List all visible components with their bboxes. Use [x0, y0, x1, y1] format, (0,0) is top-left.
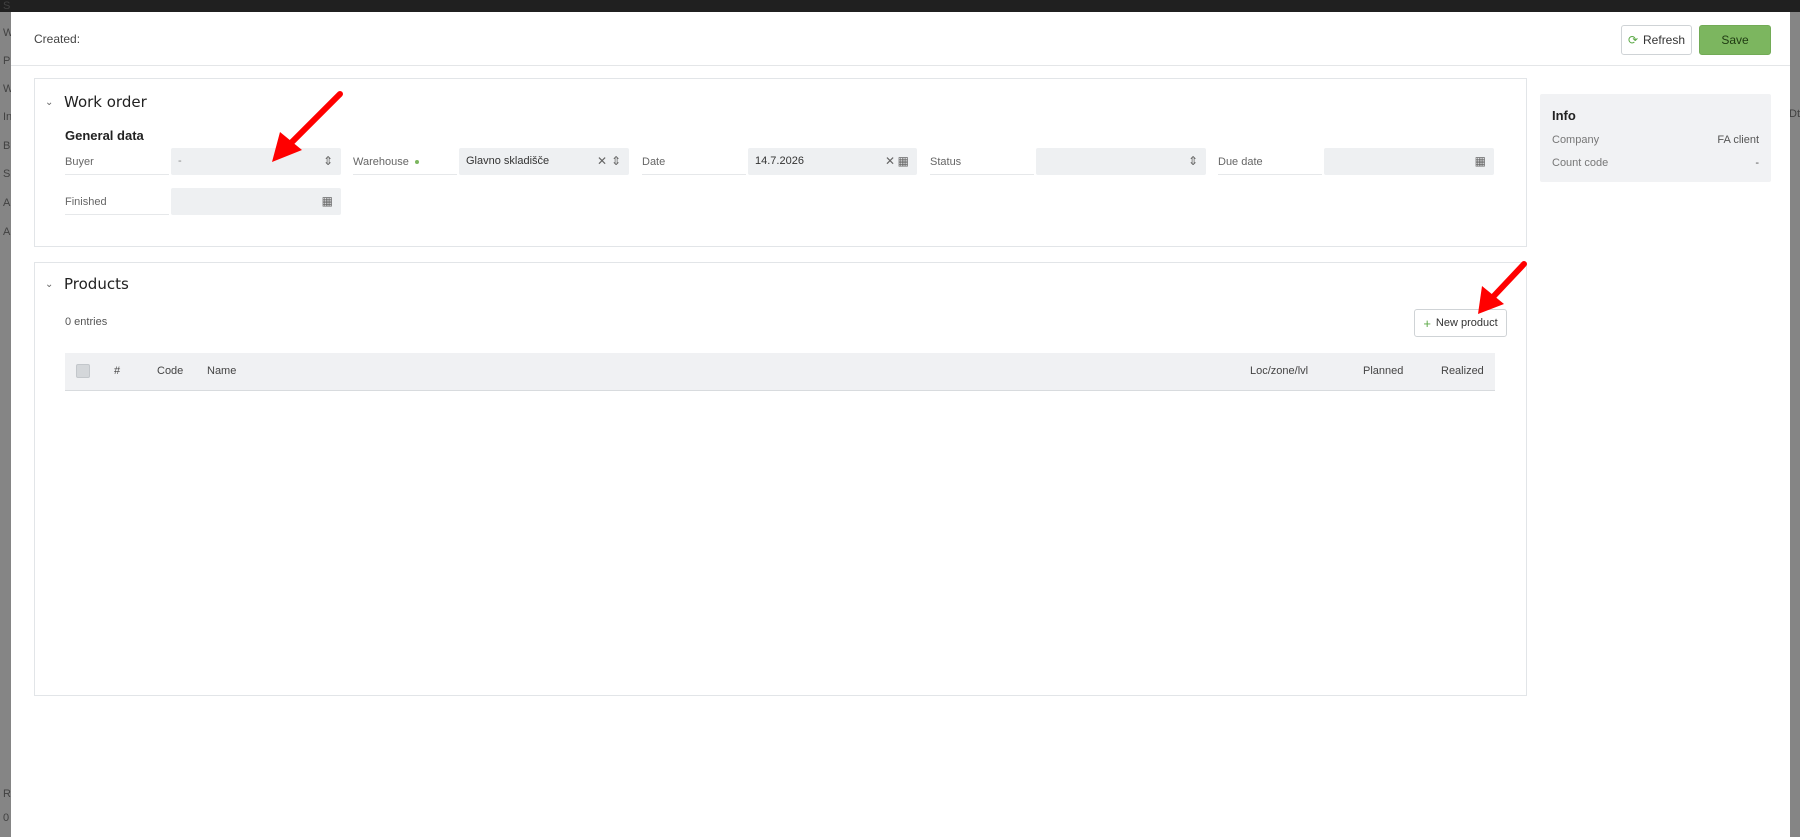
- info-panel: Info Company FA client Count code -: [1540, 94, 1771, 182]
- refresh-button-label: Refresh: [1643, 33, 1686, 47]
- buyer-value: -: [178, 155, 182, 167]
- date-label-text: Date: [642, 156, 666, 168]
- warehouse-label-text: Warehouse: [353, 156, 409, 168]
- modal-header: Created: ⟳ Refresh Save: [11, 12, 1790, 66]
- count-code-value: -: [1755, 157, 1759, 169]
- entries-count: 0 entries: [65, 316, 108, 328]
- warehouse-select[interactable]: Glavno skladišče ✕ ⇕: [459, 148, 629, 175]
- required-dot-icon: [414, 160, 419, 165]
- due-date-label: Due date: [1218, 151, 1322, 175]
- column-header-code[interactable]: Code: [157, 365, 183, 377]
- plus-icon: +: [1423, 315, 1431, 331]
- due-date-label-text: Due date: [1218, 156, 1263, 168]
- company-value: FA client: [1717, 134, 1759, 146]
- buyer-label: Buyer: [65, 151, 169, 175]
- status-label: Status: [930, 151, 1034, 175]
- general-data-heading: General data: [65, 128, 144, 143]
- updown-chevron-icon: ⇕: [610, 154, 621, 168]
- created-label: Created:: [34, 32, 81, 46]
- warehouse-label: Warehouse: [353, 151, 457, 175]
- collapse-products-chevron-icon[interactable]: ⌄: [45, 279, 53, 290]
- work-order-panel: ⌄ Work order General data Buyer - ⇕ Ware…: [34, 78, 1527, 247]
- finished-input[interactable]: ▦: [171, 188, 341, 215]
- work-order-modal: Created: ⟳ Refresh Save ⌄ Work order Gen…: [11, 12, 1790, 837]
- date-input[interactable]: 14.7.2026 ✕ ▦: [748, 148, 917, 175]
- new-product-button-label: New product: [1435, 317, 1498, 329]
- finished-label: Finished: [65, 191, 169, 215]
- company-label: Company: [1552, 134, 1600, 146]
- status-label-text: Status: [930, 156, 962, 168]
- buyer-select[interactable]: - ⇕: [171, 148, 341, 175]
- calendar-icon[interactable]: ▦: [898, 154, 909, 168]
- save-button[interactable]: Save: [1699, 25, 1771, 55]
- column-header-number[interactable]: #: [114, 365, 120, 377]
- clear-icon[interactable]: ✕: [885, 154, 895, 168]
- warehouse-value: Glavno skladišče: [466, 155, 550, 167]
- status-select[interactable]: ⇕: [1036, 148, 1206, 175]
- products-panel: ⌄ Products 0 entries + New product # Cod…: [34, 262, 1527, 696]
- updown-chevron-icon: ⇕: [1187, 154, 1198, 168]
- updown-chevron-icon: ⇕: [322, 154, 333, 168]
- due-date-input[interactable]: ▦: [1324, 148, 1494, 175]
- refresh-icon: ⟳: [1627, 33, 1639, 47]
- date-label: Date: [642, 151, 746, 175]
- finished-label-text: Finished: [65, 196, 107, 208]
- collapse-work-order-chevron-icon[interactable]: ⌄: [45, 97, 53, 108]
- refresh-button[interactable]: ⟳ Refresh: [1621, 25, 1692, 55]
- work-order-title: Work order: [64, 93, 147, 111]
- products-table-header: # Code Name Loc/zone/lvl Planned Realize…: [65, 353, 1495, 391]
- column-header-realized[interactable]: Realized: [1441, 365, 1484, 377]
- select-all-checkbox[interactable]: [76, 364, 90, 378]
- new-product-button[interactable]: + New product: [1414, 309, 1507, 337]
- info-title: Info: [1552, 108, 1576, 123]
- clear-icon[interactable]: ✕: [597, 154, 607, 168]
- date-value: 14.7.2026: [755, 155, 804, 167]
- save-button-label: Save: [1721, 33, 1749, 47]
- column-header-location[interactable]: Loc/zone/lvl: [1250, 365, 1308, 377]
- column-header-planned[interactable]: Planned: [1363, 365, 1403, 377]
- products-title: Products: [64, 275, 129, 293]
- buyer-label-text: Buyer: [65, 156, 94, 168]
- count-code-label: Count code: [1552, 157, 1609, 169]
- column-header-name[interactable]: Name: [207, 365, 236, 377]
- calendar-icon[interactable]: ▦: [322, 194, 333, 208]
- calendar-icon[interactable]: ▦: [1475, 154, 1486, 168]
